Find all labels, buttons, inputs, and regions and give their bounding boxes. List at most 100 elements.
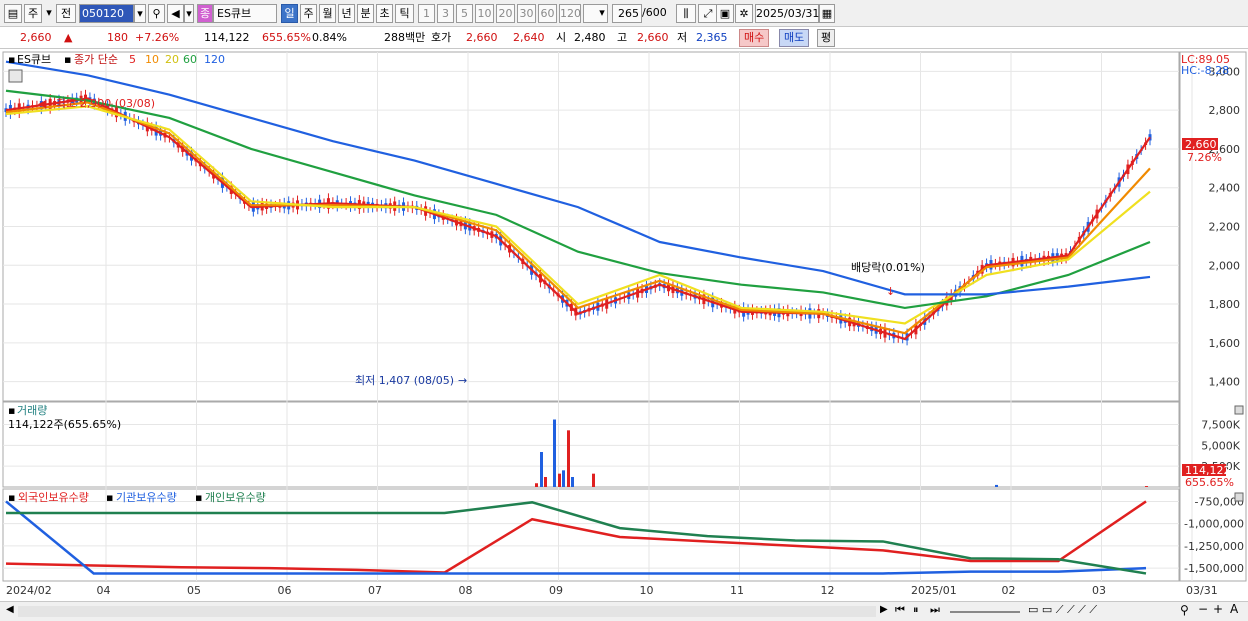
stock-chart[interactable]: 3,0002,8002,6002,4002,2002,0001,8001,600…	[0, 49, 1248, 601]
minute-1-button[interactable]: 1	[418, 4, 435, 23]
save-icon[interactable]: ▣	[716, 4, 734, 23]
candle-icon[interactable]: ⫼	[676, 4, 696, 23]
volume-bar	[535, 483, 538, 487]
price-y-tick: 1,600	[1209, 337, 1241, 350]
current-pct-tag: 7.26%	[1187, 151, 1222, 164]
volume-current-pct: 655.65%	[1185, 476, 1234, 489]
x-axis-label: 2024/02	[6, 584, 52, 597]
minute-20-button[interactable]: 20	[496, 4, 515, 23]
x-axis-label: 03	[1092, 584, 1106, 597]
scroll-track[interactable]	[18, 606, 876, 617]
zoom-slider[interactable]	[950, 611, 1020, 613]
holdings-menu-icon[interactable]: ▪	[8, 491, 15, 504]
calendar-icon[interactable]: ▦	[819, 4, 835, 23]
code-dropdown-icon[interactable]: ▾	[134, 4, 146, 23]
count-max-label: /600	[642, 6, 667, 19]
volume-pct: 655.65%	[262, 31, 311, 44]
x-axis-label: 2025/01	[911, 584, 957, 597]
period-year-button[interactable]: 년	[338, 4, 355, 23]
low-label: 저	[677, 31, 688, 44]
x-axis-label: 04	[97, 584, 111, 597]
volume-bar	[1145, 486, 1148, 487]
volume-bar	[571, 477, 574, 487]
x-axis-label: 11	[730, 584, 744, 597]
pause-icon[interactable]: ⏸	[913, 603, 919, 617]
x-axis-label: 09	[549, 584, 563, 597]
compare-icon[interactable]: ⤢	[698, 4, 718, 23]
dropdown-arrow-icon[interactable]: ▾	[44, 4, 54, 23]
period-tick-button[interactable]: 틱	[395, 4, 414, 23]
zoom-in-icon[interactable]: +	[1213, 602, 1223, 616]
price-y-tick: 2,400	[1209, 182, 1241, 195]
scroll-left-icon[interactable]: ◀	[6, 604, 14, 615]
period-week-button[interactable]: 주	[300, 4, 317, 23]
holdings-legend-foreign: 외국인보유수량	[18, 491, 89, 504]
volume-menu-icon[interactable]: ▪	[8, 404, 15, 417]
ma-marker-icon: ▪	[64, 53, 71, 66]
last-page-icon[interactable]: ⏭	[930, 603, 940, 617]
sell-button[interactable]: 매도	[779, 29, 810, 47]
date-input[interactable]: 2025/03/31	[755, 4, 819, 23]
zoom-out-icon[interactable]: −	[1198, 602, 1208, 616]
volume-bar	[544, 477, 547, 487]
minute-30-button[interactable]: 30	[517, 4, 536, 23]
period-second-button[interactable]: 초	[376, 4, 393, 23]
period-minute-button[interactable]: 분	[357, 4, 374, 23]
menu-icon[interactable]: ▤	[4, 4, 22, 23]
buy-button[interactable]: 매수	[739, 29, 770, 47]
count-input[interactable]: 265	[612, 4, 642, 23]
volume-panel[interactable]	[2, 401, 1180, 488]
sound-icon[interactable]: ◀	[167, 4, 184, 23]
custom-dropdown-icon[interactable]: ▾	[596, 4, 608, 23]
first-page-icon[interactable]: ⏮	[895, 603, 905, 617]
stock-code-input[interactable]: 050120	[79, 4, 134, 23]
price-y-tick: 2,200	[1209, 221, 1241, 234]
low-marker-icon: →	[458, 374, 467, 387]
period-prev-button[interactable]: 전	[56, 4, 76, 23]
current-price-tag-text: 2,660	[1185, 138, 1217, 151]
x-axis-label: 12	[821, 584, 835, 597]
average-button[interactable]: 평	[817, 29, 836, 47]
price-y-tick: 1,400	[1209, 376, 1241, 389]
sound-dropdown-icon[interactable]: ▾	[184, 4, 194, 23]
data-table-icon[interactable]	[8, 69, 23, 83]
stock-name-field[interactable]: ES큐브	[213, 4, 277, 23]
volume-close-icon[interactable]	[1234, 405, 1244, 415]
scroll-right-icon[interactable]: ▶	[880, 604, 888, 615]
search-icon[interactable]: ⚲	[148, 4, 165, 23]
minute-3-button[interactable]: 3	[437, 4, 454, 23]
zoom-search-icon[interactable]: ⚲	[1180, 603, 1189, 617]
ask-price: 2,660	[466, 31, 498, 44]
gear-icon[interactable]: ✲	[735, 4, 753, 23]
open-price: 2,480	[574, 31, 606, 44]
hc-label: HC:-8.28	[1181, 64, 1229, 77]
minute-60-button[interactable]: 60	[538, 4, 557, 23]
minute-5-button[interactable]: 5	[456, 4, 473, 23]
stock-badge: 종	[197, 4, 213, 23]
period-month-button[interactable]: 월	[319, 4, 336, 23]
tool-icons[interactable]: ▭ ▭ ⟋ ⟋ ⟋ ⟋	[1028, 603, 1097, 617]
price-change-pct: +7.26%	[135, 31, 180, 44]
price-y-tick: 1,800	[1209, 298, 1241, 311]
high-price: 2,660	[637, 31, 669, 44]
holdings-close-icon[interactable]	[1234, 492, 1244, 502]
period-prefix-button[interactable]: 주	[24, 4, 42, 23]
volume-panel-title: 거래량	[17, 404, 47, 417]
font-size-icon[interactable]: A	[1230, 602, 1238, 616]
x-axis-label: 07	[368, 584, 382, 597]
panel-menu-icon[interactable]: ▪	[8, 53, 15, 66]
quote-info-bar: 2,660 ▲ 180 +7.26% 114,122 655.65% 0.84%…	[0, 27, 1248, 49]
ma-legend-title: 종가 단순	[74, 53, 118, 66]
period-day-button[interactable]: 일	[281, 4, 298, 23]
volume-bar	[558, 473, 561, 487]
turnover-value: 0.84%	[312, 31, 347, 44]
dividend-note: 배당락(0.01%)	[851, 261, 925, 274]
minute-120-button[interactable]: 120	[559, 4, 581, 23]
minute-10-button[interactable]: 10	[475, 4, 494, 23]
volume-y-tick: 7,500K	[1201, 419, 1240, 432]
x-axis-label: 05	[187, 584, 201, 597]
volume-bar	[553, 419, 556, 487]
high-label: 고	[617, 31, 628, 44]
high-marker-icon: ◀	[38, 97, 47, 110]
volume-summary: 114,122주(655.65%)	[8, 418, 121, 431]
